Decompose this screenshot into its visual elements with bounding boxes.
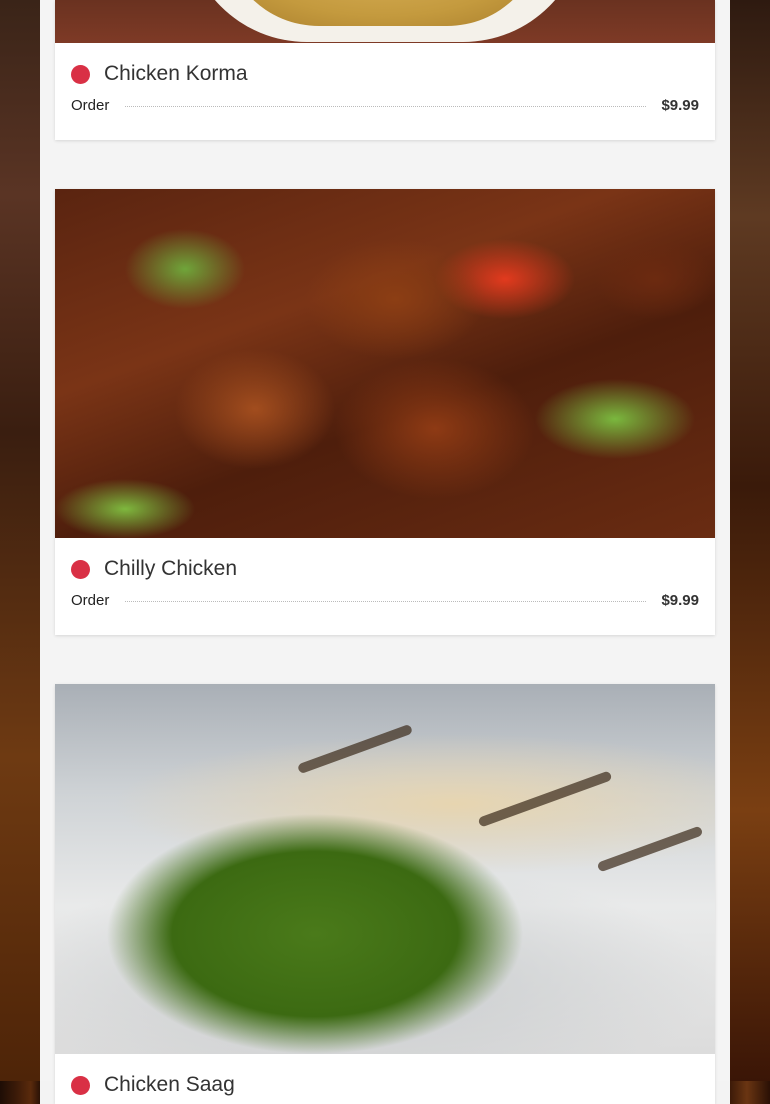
chicken-korma-photo[interactable]: [55, 0, 715, 43]
menu-list: Chicken Korma Order $9.99 Chilly Chicken…: [40, 0, 730, 1104]
chilly-chicken-photo[interactable]: [55, 189, 715, 538]
menu-item-price: $9.99: [661, 591, 699, 609]
status-dot-icon: [71, 64, 90, 84]
status-dot-icon: [71, 559, 90, 579]
order-link[interactable]: Order: [71, 592, 109, 609]
page-background-right: [730, 0, 770, 1081]
dotted-leader: [125, 105, 647, 107]
order-link[interactable]: Order: [71, 97, 109, 114]
menu-item-name: Chicken Saag: [104, 1073, 235, 1096]
page-background-left: [0, 0, 40, 1081]
menu-item-card: Chilly Chicken Order $9.99: [55, 189, 715, 635]
menu-item-name: Chicken Korma: [104, 62, 248, 85]
dotted-leader: [125, 600, 647, 602]
menu-item-card: Chicken Saag: [55, 684, 715, 1104]
menu-item-name: Chilly Chicken: [104, 557, 238, 580]
menu-item-price: $9.99: [661, 96, 699, 114]
menu-item-card: Chicken Korma Order $9.99: [55, 0, 715, 140]
chicken-saag-photo[interactable]: [55, 684, 715, 1054]
status-dot-icon: [71, 1075, 90, 1095]
